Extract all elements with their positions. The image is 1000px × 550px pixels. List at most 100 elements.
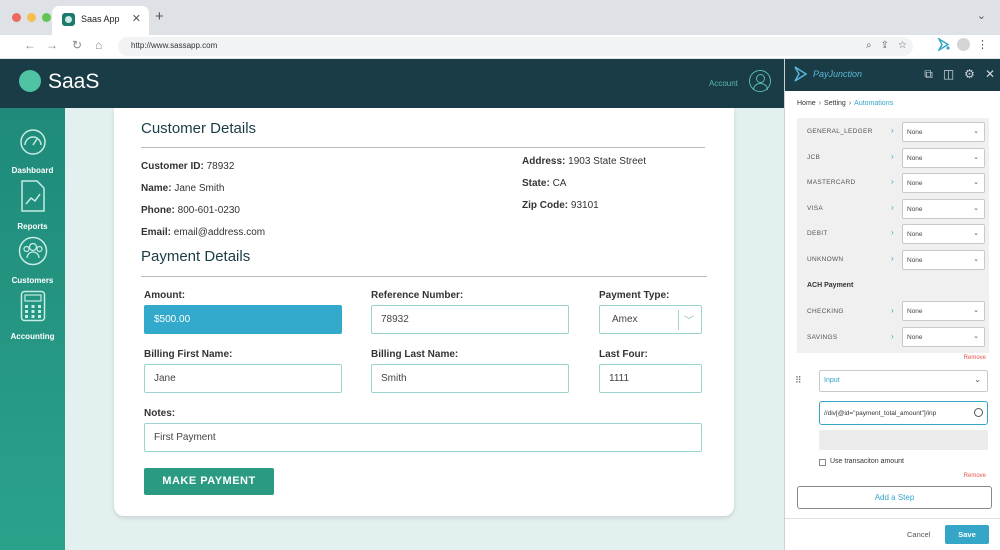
forward-icon[interactable]: →: [46, 38, 58, 52]
row-label-mastercard: MASTERCARD: [807, 179, 856, 186]
notes-label: Notes:: [144, 408, 176, 419]
customer-name: Name: Jane Smith: [141, 183, 225, 194]
people-icon: [18, 236, 47, 266]
row-label-savings: SAVINGS: [807, 334, 838, 341]
payment-divider: [141, 276, 707, 277]
step-value-field[interactable]: [819, 430, 988, 450]
zoom-search-icon[interactable]: ⌕: [866, 40, 872, 51]
make-payment-button[interactable]: MAKE PAYMENT: [144, 468, 274, 495]
breadcrumb-automations: Automations: [854, 100, 894, 107]
customer-zip: Zip Code: 93101: [522, 200, 599, 211]
chevron-down-icon: ⌄: [973, 154, 979, 161]
payment-details-title: Payment Details: [141, 248, 251, 265]
amount-label: Amount:: [144, 290, 186, 301]
chevron-right-icon: ›: [891, 228, 894, 237]
reload-icon[interactable]: ↻: [72, 38, 82, 52]
mastercard-select[interactable]: None ⌄: [902, 173, 985, 193]
visa-select[interactable]: None ⌄: [902, 199, 985, 219]
sidebar-item-accounting[interactable]: Accounting: [0, 290, 65, 341]
payment-type-value: Amex: [612, 314, 638, 325]
payment-type-select[interactable]: Amex ﹀: [599, 305, 702, 334]
close-tab-icon[interactable]: ✕: [132, 12, 141, 25]
breadcrumb-setting[interactable]: Setting: [824, 100, 846, 107]
reference-input[interactable]: 78932: [371, 305, 569, 334]
close-icon[interactable]: ✕: [985, 67, 995, 82]
minimize-window-dot[interactable]: [27, 13, 36, 22]
checking-select[interactable]: None ⌄: [902, 301, 985, 321]
tab-menu-chevron-icon[interactable]: ⌄: [977, 9, 986, 22]
unknown-select[interactable]: None ⌄: [902, 250, 985, 270]
notes-input[interactable]: First Payment: [144, 423, 702, 452]
sidebar: Dashboard Reports Customers Accounting: [0, 108, 65, 550]
account-user-icon[interactable]: [749, 70, 771, 92]
tab-title: Saas App: [81, 14, 120, 24]
document-chart-icon: [20, 180, 45, 212]
chevron-right-icon: ›: [891, 254, 894, 263]
favicon-icon: [62, 13, 75, 26]
general-ledger-select[interactable]: None ⌄: [902, 122, 985, 142]
last-four-input[interactable]: 1111: [599, 364, 702, 393]
customer-phone: Phone: 800-601-0230: [141, 205, 240, 216]
xpath-input[interactable]: //div[@id="payment_total_amount"]/inp: [819, 401, 988, 425]
payment-type-label: Payment Type:: [599, 290, 670, 301]
row-label-checking: CHECKING: [807, 308, 844, 315]
split-view-icon[interactable]: ◫: [943, 67, 954, 82]
share-icon[interactable]: ⇪: [881, 40, 889, 51]
chevron-down-icon: ⌄: [973, 230, 979, 237]
account-label[interactable]: Account: [709, 79, 738, 88]
billing-first-input[interactable]: Jane: [144, 364, 342, 393]
new-tab-icon[interactable]: +: [155, 8, 164, 25]
customer-state: State: CA: [522, 178, 567, 189]
mapping-group: GENERAL_LEDGER › None ⌄ JCB › None ⌄ MASTE…: [797, 118, 989, 353]
save-button[interactable]: Save: [945, 525, 989, 544]
sidebar-item-reports[interactable]: Reports: [0, 180, 65, 231]
customer-id: Customer ID: 78932: [141, 161, 235, 172]
chevron-down-icon: ⌄: [974, 375, 981, 384]
target-picker-icon[interactable]: [974, 408, 983, 417]
chevron-right-icon: ›: [891, 332, 894, 341]
profile-avatar-icon[interactable]: [957, 38, 970, 51]
amount-input[interactable]: $500.00: [144, 305, 342, 334]
app-logo-text: SaaS: [48, 70, 100, 93]
debit-select[interactable]: None ⌄: [902, 224, 985, 244]
step-type-select[interactable]: Input ⌄: [819, 370, 988, 392]
chevron-right-icon: ›: [891, 126, 894, 135]
chevron-down-icon: ⌄: [973, 205, 979, 212]
browser-menu-icon[interactable]: ⋮: [977, 38, 988, 51]
remove-mapping-link[interactable]: Remove: [964, 355, 986, 361]
sidebar-label-dashboard: Dashboard: [11, 166, 54, 175]
savings-select[interactable]: None ⌄: [902, 327, 985, 347]
window-controls[interactable]: [12, 13, 51, 22]
gear-icon[interactable]: ⚙: [964, 67, 975, 82]
breadcrumb: Home › Setting › Automations: [797, 100, 894, 107]
payjunction-extension-icon[interactable]: [937, 38, 950, 51]
sidebar-item-dashboard[interactable]: Dashboard: [0, 128, 65, 175]
row-label-general-ledger: GENERAL_LEDGER: [807, 128, 873, 135]
billing-last-label: Billing Last Name:: [371, 349, 459, 360]
back-icon[interactable]: ←: [24, 38, 36, 52]
copy-icon[interactable]: ⧉: [924, 67, 933, 82]
billing-last-input[interactable]: Smith: [371, 364, 569, 393]
jcb-select[interactable]: None ⌄: [902, 148, 985, 168]
cancel-button[interactable]: Cancel: [907, 530, 930, 539]
use-transaction-amount-checkbox[interactable]: [819, 459, 826, 466]
sidebar-label-accounting: Accounting: [10, 332, 55, 341]
bookmark-star-icon[interactable]: ☆: [898, 40, 907, 51]
last-four-label: Last Four:: [599, 349, 648, 360]
browser-tab-bar: Saas App ✕ + ⌄: [0, 0, 1000, 35]
maximize-window-dot[interactable]: [42, 13, 51, 22]
chevron-right-icon: ›: [891, 177, 894, 186]
breadcrumb-home[interactable]: Home: [797, 100, 816, 107]
browser-tab[interactable]: Saas App ✕: [52, 6, 149, 35]
remove-step-link[interactable]: Remove: [964, 473, 986, 479]
add-step-button[interactable]: Add a Step: [797, 486, 992, 509]
url-field[interactable]: http://www.sassapp.com ⌕ ⇪ ☆: [118, 37, 913, 56]
chevron-down-icon: ⌄: [973, 128, 979, 135]
sidebar-label-customers: Customers: [11, 276, 54, 285]
home-icon[interactable]: ⌂: [95, 38, 102, 52]
drag-handle-icon[interactable]: ⠿: [795, 375, 802, 386]
sidebar-item-customers[interactable]: Customers: [0, 236, 65, 285]
customer-divider: [141, 147, 705, 148]
chevron-right-icon: ›: [891, 306, 894, 315]
close-window-dot[interactable]: [12, 13, 21, 22]
